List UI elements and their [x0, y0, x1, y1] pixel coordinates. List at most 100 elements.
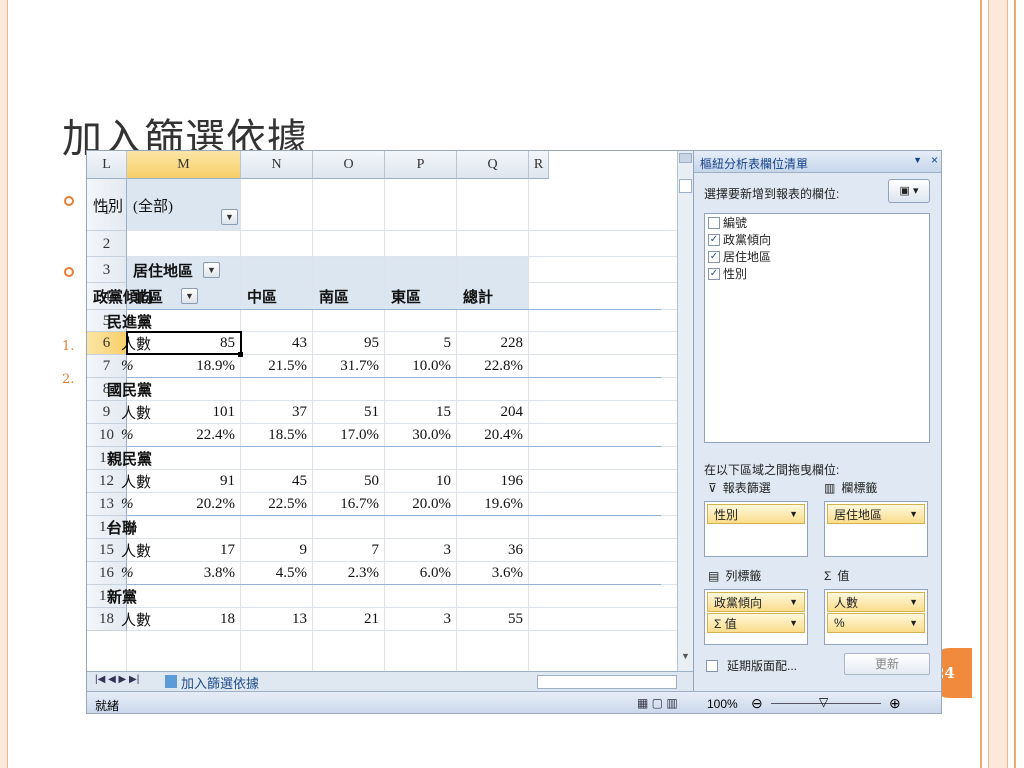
party-label[interactable]: 台聯 — [101, 516, 141, 539]
checkbox[interactable] — [708, 216, 720, 229]
count-value[interactable]: 5 — [385, 332, 457, 355]
values-drop-area[interactable]: 人數 ▼ % ▼ — [824, 589, 928, 645]
count-value[interactable]: 21 — [313, 608, 385, 631]
column-header[interactable]: P — [385, 151, 457, 179]
percent-value[interactable]: 2.3% — [313, 562, 385, 585]
filter-label[interactable]: 性別 — [87, 179, 127, 231]
checkbox[interactable]: ✓ — [708, 233, 720, 246]
percent-value[interactable]: 20.2% — [127, 493, 241, 516]
count-value[interactable]: 50 — [313, 470, 385, 493]
count-value[interactable]: 15 — [385, 401, 457, 424]
zoom-thumb-icon[interactable]: ▽ — [819, 695, 828, 709]
sheet-nav-icons[interactable]: |◀ ◀ ▶ ▶| — [95, 674, 139, 685]
count-value[interactable]: 7 — [313, 539, 385, 562]
column-header-value[interactable]: 南區 — [313, 283, 385, 310]
percent-value[interactable]: 16.7% — [313, 493, 385, 516]
checkbox[interactable]: ✓ — [708, 267, 720, 280]
percent-value[interactable]: 3.8% — [127, 562, 241, 585]
count-value[interactable]: 36 — [457, 539, 529, 562]
column-drop-area[interactable]: 居住地區 ▼ — [824, 501, 928, 557]
count-value[interactable]: 3 — [385, 608, 457, 631]
column-field-label[interactable]: 居住地區 — [127, 257, 241, 283]
count-value[interactable]: 91 — [127, 470, 241, 493]
checkbox[interactable] — [706, 659, 718, 672]
close-icon[interactable]: × — [931, 153, 938, 167]
field-checkbox-item[interactable]: ✓ 政黨傾向 — [705, 231, 929, 248]
layout-options-button[interactable]: ▣ ▾ — [888, 179, 930, 203]
party-label[interactable]: 親民黨 — [101, 447, 152, 470]
column-header[interactable]: R — [529, 151, 549, 179]
percent-value[interactable]: 31.7% — [313, 355, 385, 378]
update-button[interactable]: 更新 — [844, 653, 930, 675]
value-field-chip[interactable]: 人數 ▼ — [827, 592, 925, 612]
count-value[interactable]: 228 — [457, 332, 529, 355]
defer-update-option[interactable]: 延期版面配... — [706, 657, 797, 674]
percent-value[interactable]: 17.0% — [313, 424, 385, 447]
row-field-label[interactable]: 政黨傾向 — [87, 283, 153, 310]
count-value[interactable]: 204 — [457, 401, 529, 424]
count-value[interactable]: 18 — [127, 608, 241, 631]
sheet-tab[interactable]: 加入篩選依據 — [181, 673, 259, 692]
column-header[interactable]: Q — [457, 151, 529, 179]
column-header[interactable]: L — [87, 151, 127, 179]
count-value[interactable]: 37 — [241, 401, 313, 424]
field-checkbox-item[interactable]: ✓ 居住地區 — [705, 248, 929, 265]
column-header[interactable]: O — [313, 151, 385, 179]
count-value[interactable]: 101 — [127, 401, 241, 424]
count-value[interactable]: 45 — [241, 470, 313, 493]
count-value[interactable]: 51 — [313, 401, 385, 424]
party-label[interactable]: 國民黨 — [101, 378, 152, 401]
count-value[interactable]: 3 — [385, 539, 457, 562]
zoom-out-icon[interactable]: ⊖ — [751, 695, 763, 712]
count-value[interactable]: 9 — [241, 539, 313, 562]
percent-value[interactable]: 30.0% — [385, 424, 457, 447]
zoom-in-icon[interactable]: ⊕ — [889, 695, 901, 712]
party-label[interactable]: 民進黨 — [101, 310, 152, 332]
filter-field-chip[interactable]: 性別 ▼ — [707, 504, 805, 524]
column-header[interactable]: N — [241, 151, 313, 179]
percent-value[interactable]: 21.5% — [241, 355, 313, 378]
percent-value[interactable]: 20.0% — [385, 493, 457, 516]
scroll-thumb[interactable] — [679, 179, 692, 193]
column-header-value[interactable]: 北區 — [127, 283, 241, 310]
column-field-dropdown-icon[interactable]: ▼ — [203, 262, 220, 278]
percent-value[interactable]: 20.4% — [457, 424, 529, 447]
count-value[interactable]: 43 — [241, 332, 313, 355]
row-field-chip[interactable]: Σ 值 ▼ — [707, 613, 805, 633]
column-header[interactable]: M — [127, 151, 241, 179]
column-header-value[interactable]: 東區 — [385, 283, 457, 310]
count-value[interactable]: 13 — [241, 608, 313, 631]
field-checkbox-item[interactable]: ✓ 性別 — [705, 265, 929, 282]
filter-dropdown-icon[interactable]: ▼ — [221, 209, 238, 225]
count-value[interactable]: 55 — [457, 608, 529, 631]
row-drop-area[interactable]: 政黨傾向 ▼ Σ 值 ▼ — [704, 589, 808, 645]
percent-value[interactable]: 18.9% — [127, 355, 241, 378]
scroll-down-icon[interactable]: ▼ — [681, 651, 690, 661]
scroll-up-icon[interactable] — [679, 153, 692, 163]
row-field-chip[interactable]: 政黨傾向 ▼ — [707, 592, 805, 612]
percent-value[interactable]: 4.5% — [241, 562, 313, 585]
column-header-value[interactable]: 中區 — [241, 283, 313, 310]
row-header[interactable]: 2 — [87, 231, 127, 257]
row-header[interactable]: 3 — [87, 257, 127, 283]
fill-handle[interactable] — [238, 352, 243, 357]
percent-value[interactable]: 6.0% — [385, 562, 457, 585]
column-header-value[interactable]: 總計 — [457, 283, 529, 310]
value-field-chip[interactable]: % ▼ — [827, 613, 925, 633]
count-value[interactable]: 17 — [127, 539, 241, 562]
percent-value[interactable]: 19.6% — [457, 493, 529, 516]
dropdown-icon[interactable]: ▼ — [913, 155, 922, 165]
percent-value[interactable]: 10.0% — [385, 355, 457, 378]
count-value[interactable]: 10 — [385, 470, 457, 493]
filter-drop-area[interactable]: 性別 ▼ — [704, 501, 808, 557]
column-field-chip[interactable]: 居住地區 ▼ — [827, 504, 925, 524]
field-checkbox-item[interactable]: 編號 — [705, 214, 929, 231]
percent-value[interactable]: 22.4% — [127, 424, 241, 447]
count-value[interactable]: 196 — [457, 470, 529, 493]
horizontal-scrollbar[interactable] — [537, 675, 677, 689]
party-label[interactable]: 新黨 — [101, 585, 141, 608]
vertical-scrollbar[interactable]: ▼ — [677, 151, 693, 671]
percent-value[interactable]: 3.6% — [457, 562, 529, 585]
checkbox[interactable]: ✓ — [708, 250, 720, 263]
percent-value[interactable]: 22.8% — [457, 355, 529, 378]
